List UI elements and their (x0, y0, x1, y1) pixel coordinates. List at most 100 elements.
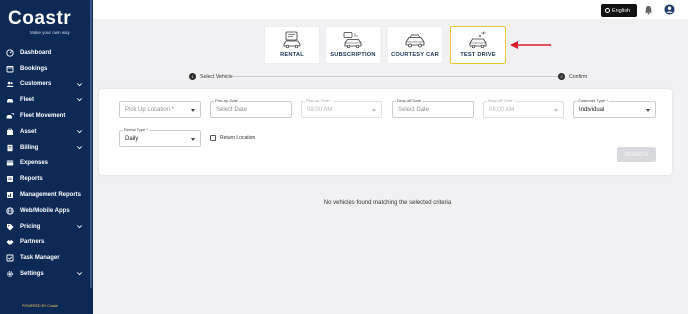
car-icon (6, 96, 14, 104)
customer-type-value: Individual (579, 107, 605, 113)
courtesy-car-icon (404, 31, 426, 49)
sidebar-item-label: Fleet Movement (20, 113, 66, 120)
empty-results-message: No vehicles found matching the selected … (323, 200, 452, 206)
sidebar-nav: Dashboard Bookings Customers Fleet Fleet Mov… (0, 45, 93, 282)
sidebar-item-label: Pricing (20, 223, 41, 230)
sidebar-item-label: Customers (20, 81, 52, 88)
partners-icon (6, 238, 14, 246)
dashboard-icon (6, 49, 14, 57)
sidebar-item-billing[interactable]: Billing (0, 140, 93, 156)
chevron-down-icon (372, 109, 376, 112)
sidebar-item-label: Task Manager (20, 255, 60, 262)
chevron-down-icon (76, 128, 83, 135)
rental-type-label: Rental Type * (123, 127, 149, 132)
top-bar: English (93, 0, 688, 19)
sidebar-item-label: Settings (20, 271, 44, 278)
return-location-checkbox[interactable] (210, 135, 216, 141)
sidebar-item-management-reports[interactable]: Management Reports (0, 187, 93, 203)
sidebar-item-task-manager[interactable]: Task Manager (0, 250, 93, 266)
dropoff-time-select[interactable]: Drop-off Time * 08:00 AM (483, 98, 564, 118)
booking-type-label: COURTESY CAR (391, 52, 439, 58)
sidebar-item-label: Dashboard (20, 49, 52, 56)
chevron-down-icon (76, 144, 83, 151)
stepper-line (233, 76, 564, 77)
sidebar: Coastr Make your own way Dashboard Bookin… (0, 0, 93, 314)
sidebar-item-dashboard[interactable]: Dashboard (0, 45, 93, 61)
annotation-arrow-icon (510, 40, 552, 50)
search-button[interactable]: SEARCH (617, 147, 656, 162)
booking-type-subscription[interactable]: SUBSCRIPTION (325, 26, 381, 64)
sidebar-item-fleet[interactable]: Fleet (0, 92, 93, 108)
language-selector[interactable]: English (601, 4, 637, 17)
sidebar-item-label: Asset (20, 128, 37, 135)
pickup-date-field[interactable]: Pick-up Date Select Date (210, 98, 292, 118)
pickup-time-select[interactable]: Pick-up Time * 08:00 AM (301, 98, 382, 118)
sidebar-item-label: Fleet (20, 97, 35, 104)
chevron-down-icon (191, 109, 195, 112)
step-1-label: Select Vehicle (200, 74, 233, 80)
sidebar-item-expenses[interactable]: Expenses (0, 156, 93, 172)
booking-type-rental[interactable]: RENTAL (264, 26, 320, 64)
step-1-indicator: 1 (189, 73, 196, 80)
customer-type-label: Customer Type * (577, 98, 609, 103)
sidebar-item-label: Partners (20, 239, 45, 246)
brand-logo[interactable]: Coastr Make your own way (8, 8, 86, 38)
task-manager-icon (6, 254, 14, 262)
gear-icon (6, 270, 14, 278)
reports-icon (6, 175, 14, 183)
step-2-indicator: 2 (558, 73, 565, 80)
expenses-icon (6, 159, 14, 167)
sidebar-item-asset[interactable]: Asset (0, 124, 93, 140)
rental-car-icon (281, 31, 303, 49)
sidebar-item-label: Bookings (20, 65, 48, 72)
brand-name: Coastr (8, 8, 72, 29)
sidebar-item-customers[interactable]: Customers (0, 77, 93, 93)
booking-type-label: SUBSCRIPTION (330, 52, 376, 58)
pickup-time-value: 08:00 AM (307, 107, 333, 113)
pickup-date-placeholder: Select Date (216, 107, 248, 113)
apps-icon (6, 207, 14, 215)
language-label: English (612, 7, 631, 14)
sidebar-item-label: Web/Mobile Apps (20, 207, 70, 214)
main-content: English RENTAL SUBSCRIPTION COURTESY CAR… (93, 0, 688, 314)
sidebar-item-reports[interactable]: Reports (0, 171, 93, 187)
sidebar-item-fleet-movement[interactable]: Fleet Movement (0, 108, 93, 124)
dropoff-date-label: Drop-off Date (396, 98, 422, 103)
sidebar-item-label: Management Reports (20, 192, 82, 199)
globe-icon (605, 8, 610, 13)
pickup-location-select[interactable]: Pick Up Location * (119, 101, 201, 118)
sidebar-item-bookings[interactable]: Bookings (0, 61, 93, 77)
sidebar-item-web-mobile-apps[interactable]: Web/Mobile Apps (0, 203, 93, 219)
sidebar-item-pricing[interactable]: Pricing (0, 219, 93, 235)
booking-type-test-drive[interactable]: TEST DRIVE (450, 26, 506, 64)
booking-type-courtesy-car[interactable]: COURTESY CAR (387, 26, 443, 64)
dropoff-time-value: 08:00 AM (489, 107, 515, 113)
sidebar-scrollbar[interactable] (90, 0, 92, 288)
dropoff-time-label: Drop-off Time * (487, 98, 516, 103)
customer-type-select[interactable]: Customer Type * Individual (573, 98, 656, 118)
pickup-date-label: Pick-up Date (214, 98, 239, 103)
brand-tagline: Make your own way (30, 30, 70, 35)
rental-type-select[interactable]: Rental Type * Daily (119, 127, 201, 147)
user-avatar-icon[interactable] (664, 4, 675, 15)
rental-type-value: Daily (125, 136, 139, 142)
bell-icon[interactable] (644, 5, 653, 15)
customers-icon (6, 80, 14, 88)
sidebar-item-label: Billing (20, 144, 39, 151)
dropoff-date-field[interactable]: Drop-off Date Select Date (392, 98, 474, 118)
sidebar-item-settings[interactable]: Settings (0, 266, 93, 282)
step-2-label: Confirm (569, 74, 588, 80)
sidebar-item-label: Expenses (20, 160, 49, 167)
booking-type-label: TEST DRIVE (460, 52, 496, 58)
fleet-movement-icon (6, 112, 14, 120)
booking-type-label: RENTAL (280, 52, 304, 58)
return-location-label: Return Location (220, 135, 256, 141)
chevron-down-icon (76, 81, 83, 88)
billing-icon (6, 144, 14, 152)
powered-by: POWERED BY Coastr (22, 304, 58, 308)
sidebar-item-label: Reports (20, 176, 43, 183)
search-form-panel: Pick Up Location * Pick-up Date Select D… (99, 89, 672, 175)
pricing-icon (6, 223, 14, 231)
sidebar-item-partners[interactable]: Partners (0, 235, 93, 251)
pickup-location-placeholder: Pick Up Location * (125, 107, 175, 113)
